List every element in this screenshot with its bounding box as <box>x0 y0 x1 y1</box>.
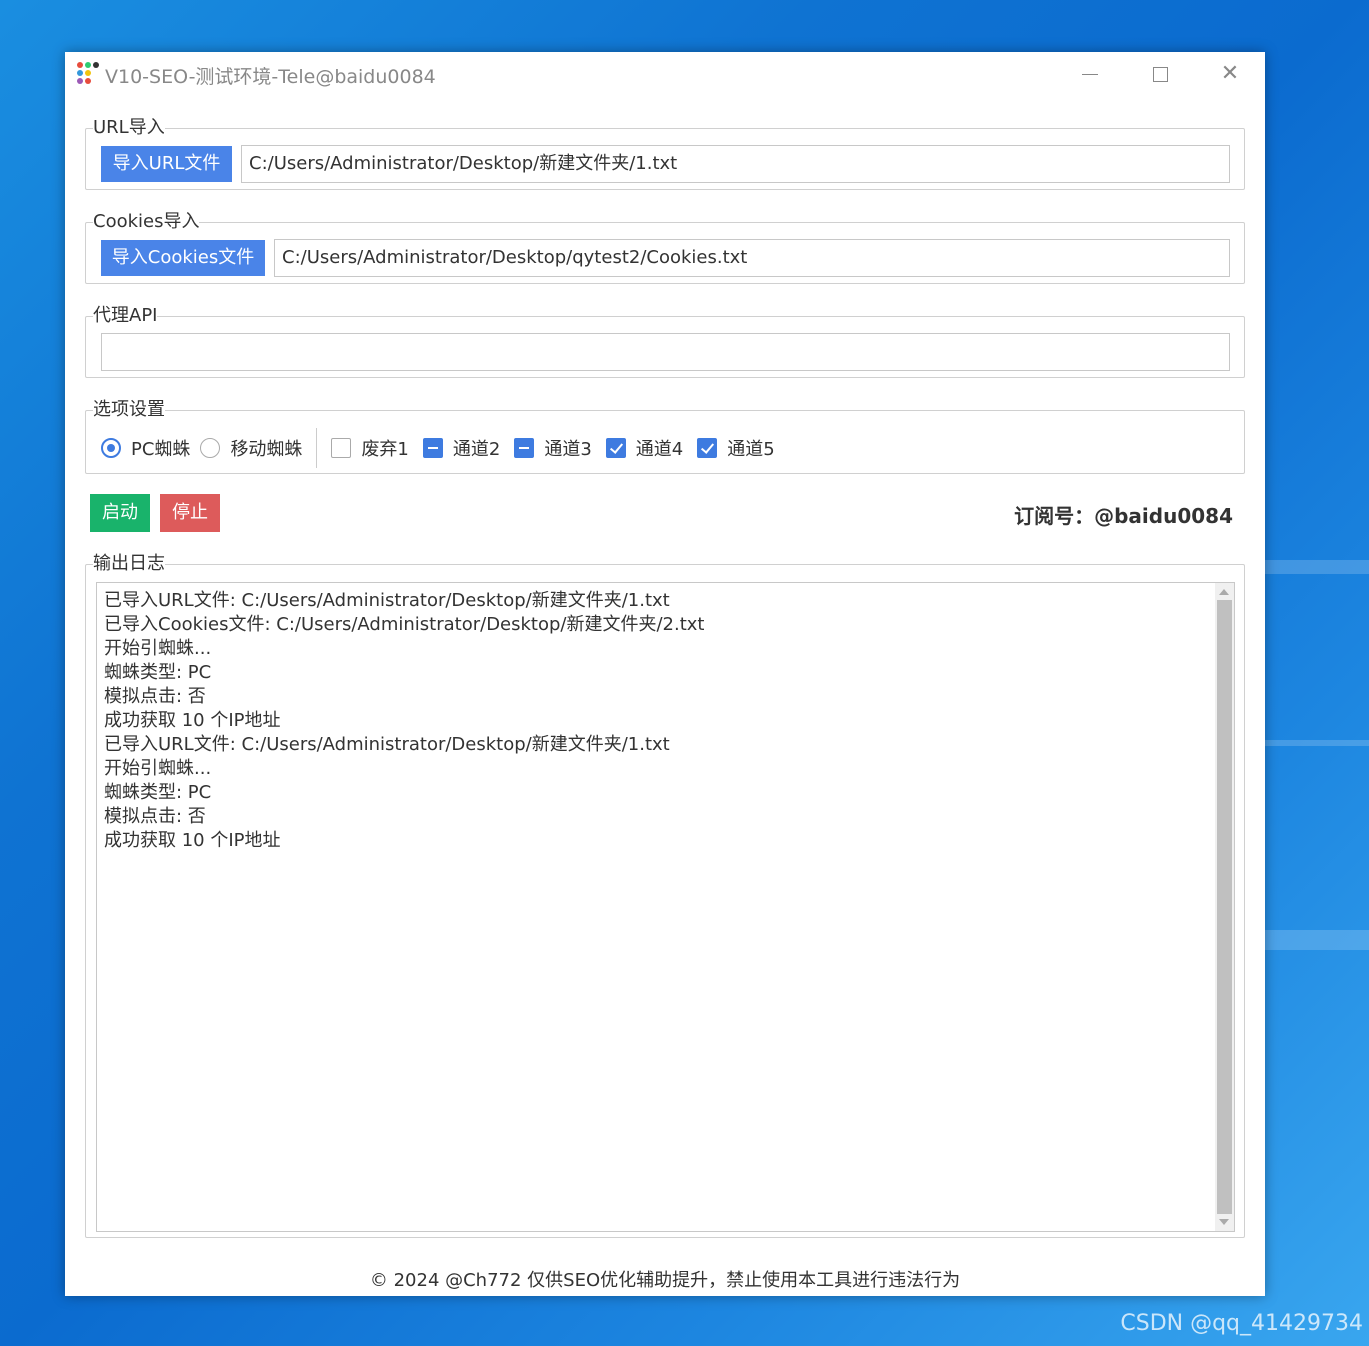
window-title: V10-SEO-测试环境-Tele@baidu0084 <box>105 66 436 88</box>
app-logo-icon <box>77 62 99 84</box>
stop-button[interactable]: 停止 <box>160 494 220 532</box>
log-line: 已导入Cookies文件: C:/Users/Administrator/Des… <box>104 614 705 635</box>
options-group: 选项设置 PC蜘蛛 移动蜘蛛 废弃1 通道2 通道3 通道4 通道5 <box>85 399 1245 474</box>
desktop-light-streak <box>1265 930 1369 950</box>
log-line: 蜘蛛类型: PC <box>104 782 212 803</box>
radio-label: 移动蜘蛛 <box>230 439 303 460</box>
checkbox-label: 通道5 <box>727 439 775 460</box>
close-button[interactable]: ✕ <box>1195 52 1265 96</box>
title-bar[interactable]: V10-SEO-测试环境-Tele@baidu0084 ✕ <box>65 52 1265 96</box>
log-line: 已导入URL文件: C:/Users/Administrator/Desktop… <box>104 734 670 755</box>
log-line: 蜘蛛类型: PC <box>104 662 212 683</box>
checkbox-channel-5[interactable]: 通道5 <box>697 435 775 461</box>
checkbox-indeterminate-indicator[interactable] <box>422 438 443 458</box>
url-import-legend: URL导入 <box>93 117 165 139</box>
options-row: PC蜘蛛 移动蜘蛛 废弃1 通道2 通道3 通道4 通道5 <box>101 423 789 473</box>
minimize-icon <box>1082 73 1098 75</box>
proxy-api-legend: 代理API <box>93 305 158 327</box>
radio-label: PC蜘蛛 <box>131 439 191 460</box>
proxy-api-input[interactable] <box>101 333 1230 371</box>
radio-selected-indicator[interactable] <box>101 438 121 458</box>
app-window: V10-SEO-测试环境-Tele@baidu0084 ✕ URL导入 导入UR… <box>65 52 1265 1296</box>
minimize-button[interactable] <box>1055 52 1125 96</box>
scroll-up-arrow-icon[interactable] <box>1219 589 1229 595</box>
maximize-button[interactable] <box>1125 52 1195 96</box>
output-log-legend: 输出日志 <box>93 553 165 575</box>
log-lines: 已导入URL文件: C:/Users/Administrator/Desktop… <box>104 589 1204 853</box>
desktop-light-streak <box>1265 560 1369 574</box>
checkbox-indeterminate-indicator[interactable] <box>514 438 535 458</box>
close-icon: ✕ <box>1220 61 1240 86</box>
subscription-label: 订阅号：@baidu0084 <box>1014 500 1233 529</box>
scroll-down-arrow-icon[interactable] <box>1219 1219 1229 1225</box>
radio-pc-spider[interactable]: PC蜘蛛 <box>101 435 190 461</box>
cookies-import-legend: Cookies导入 <box>93 211 200 233</box>
url-import-group: URL导入 导入URL文件 C:/Users/Administrator/Des… <box>85 117 1245 190</box>
maximize-icon <box>1152 66 1168 82</box>
url-file-path-input[interactable]: C:/Users/Administrator/Desktop/新建文件夹/1.t… <box>241 145 1230 183</box>
log-scrollbar[interactable] <box>1215 583 1234 1231</box>
cookies-import-group: Cookies导入 导入Cookies文件 C:/Users/Administr… <box>85 211 1245 284</box>
checkbox-label: 通道2 <box>452 439 501 460</box>
checkbox-label: 废弃1 <box>361 439 409 460</box>
checkbox-channel-4[interactable]: 通道4 <box>605 435 684 461</box>
log-line: 模拟点击: 否 <box>104 686 206 707</box>
output-log-textarea[interactable]: 已导入URL文件: C:/Users/Administrator/Desktop… <box>96 582 1235 1232</box>
radio-unselected-indicator[interactable] <box>200 438 221 458</box>
checkbox-checked-indicator[interactable] <box>605 438 626 458</box>
footer-copyright: © 2024 @Ch772 仅供SEO优化辅助提升，禁止使用本工具进行违法行为 <box>369 1270 961 1291</box>
checkbox-channel-2[interactable]: 通道2 <box>422 435 501 461</box>
checkbox-channel-3[interactable]: 通道3 <box>514 435 592 461</box>
subscription-value: @baidu0084 <box>1094 504 1233 528</box>
csdn-watermark: CSDN @qq_41429734 <box>1120 1311 1363 1336</box>
options-legend: 选项设置 <box>93 399 165 421</box>
checkbox-unchecked-indicator[interactable] <box>331 438 352 458</box>
subscription-prefix: 订阅号： <box>1014 504 1095 528</box>
log-line: 成功获取 10 个IP地址 <box>104 830 281 851</box>
checkbox-label: 通道4 <box>635 439 684 460</box>
radio-mobile-spider[interactable]: 移动蜘蛛 <box>200 435 302 461</box>
log-line: 开始引蜘蛛... <box>104 758 212 779</box>
desktop-light-streak <box>1265 740 1369 746</box>
start-button[interactable]: 启动 <box>90 494 150 532</box>
log-line: 成功获取 10 个IP地址 <box>104 710 281 731</box>
checkbox-label: 通道3 <box>544 439 592 460</box>
checkbox-checked-indicator[interactable] <box>697 438 718 458</box>
log-line: 开始引蜘蛛... <box>104 638 212 659</box>
scrollbar-thumb[interactable] <box>1217 600 1232 1214</box>
log-line: 已导入URL文件: C:/Users/Administrator/Desktop… <box>104 590 670 611</box>
checkbox-deprecated-1[interactable]: 废弃1 <box>331 435 409 461</box>
proxy-api-group: 代理API <box>85 305 1245 378</box>
options-divider <box>316 428 318 468</box>
import-url-file-button[interactable]: 导入URL文件 <box>101 146 232 182</box>
cookies-file-path-input[interactable]: C:/Users/Administrator/Desktop/qytest2/C… <box>274 239 1230 277</box>
import-cookies-file-button[interactable]: 导入Cookies文件 <box>101 240 265 276</box>
log-line: 模拟点击: 否 <box>104 806 206 827</box>
